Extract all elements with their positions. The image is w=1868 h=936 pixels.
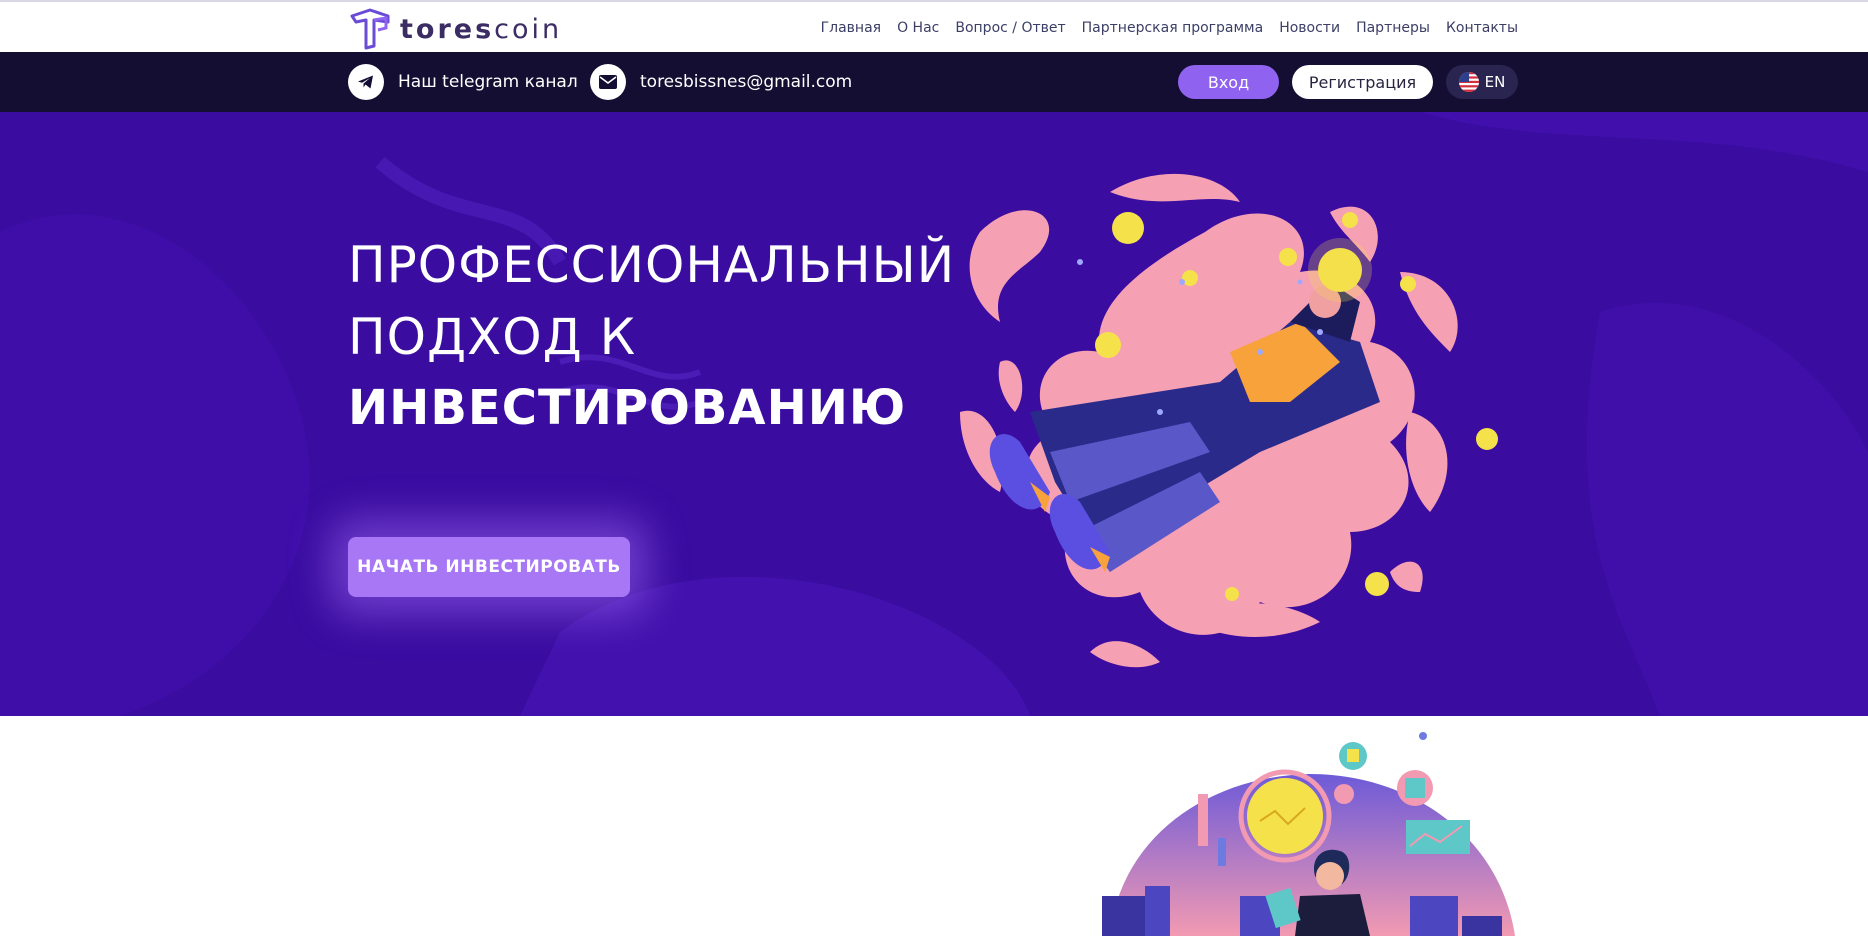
main-nav: Главная О Нас Вопрос / Ответ Партнерская… bbox=[821, 20, 1518, 36]
hero-title-line-2: ПОДХОД К bbox=[348, 308, 637, 366]
nav-home[interactable]: Главная bbox=[821, 20, 881, 36]
email-link[interactable]: toresbissnes@gmail.com bbox=[590, 63, 852, 101]
floating-man-illustration bbox=[960, 173, 1498, 668]
login-button[interactable]: Вход bbox=[1178, 65, 1279, 99]
nav-contacts[interactable]: Контакты bbox=[1446, 20, 1518, 36]
logo-mark-icon bbox=[350, 8, 390, 50]
language-selector[interactable]: EN bbox=[1446, 65, 1518, 99]
register-button[interactable]: Регистрация bbox=[1292, 65, 1433, 99]
us-flag-icon bbox=[1458, 72, 1479, 92]
nav-partner-program[interactable]: Партнерская программа bbox=[1082, 20, 1264, 36]
nav-about[interactable]: О Нас bbox=[897, 20, 939, 36]
email-text: toresbissnes@gmail.com bbox=[640, 72, 853, 92]
logo[interactable]: torescoin bbox=[348, 8, 562, 50]
telegram-icon bbox=[348, 64, 384, 100]
start-investing-button[interactable]: НАЧАТЬ ИНВЕСТИРОВАТЬ bbox=[348, 537, 630, 597]
mail-icon bbox=[590, 64, 626, 100]
analytics-illustration bbox=[1102, 732, 1515, 936]
hero-background-shapes bbox=[0, 112, 1868, 716]
hero-title-line-3: ИНВЕСТИРОВАНИЮ bbox=[348, 380, 907, 436]
lower-section bbox=[0, 716, 1868, 936]
top-navigation: torescoin Главная О Нас Вопрос / Ответ П… bbox=[0, 0, 1868, 52]
telegram-label: Наш telegram канал bbox=[398, 72, 578, 92]
telegram-link[interactable]: Наш telegram канал bbox=[348, 63, 578, 101]
language-label: EN bbox=[1484, 73, 1506, 91]
nav-faq[interactable]: Вопрос / Ответ bbox=[955, 20, 1065, 36]
hero-title-line-1: ПРОФЕССИОНАЛЬНЫЙ bbox=[348, 236, 956, 294]
hero-section: ПРОФЕССИОНАЛЬНЫЙ ПОДХОД К ИНВЕСТИРОВАНИЮ… bbox=[0, 112, 1868, 716]
contact-bar: Наш telegram канал toresbissnes@gmail.co… bbox=[0, 52, 1868, 112]
nav-news[interactable]: Новости bbox=[1279, 20, 1340, 36]
logo-text: torescoin bbox=[400, 13, 563, 45]
nav-partners[interactable]: Партнеры bbox=[1356, 20, 1430, 36]
